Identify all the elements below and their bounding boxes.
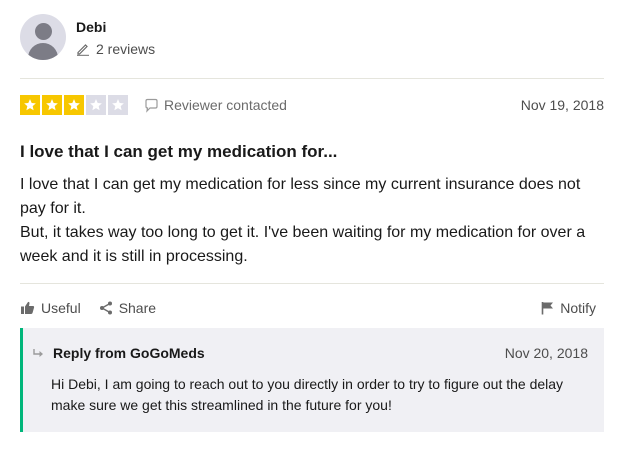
review-count-label: 2 reviews (96, 40, 156, 57)
star-icon (42, 95, 62, 115)
review-meta: Reviewer contacted Nov 19, 2018 (20, 95, 604, 115)
thumbs-up-icon (21, 301, 35, 314)
star-icon (86, 95, 106, 115)
share-label: Share (118, 300, 157, 316)
star-icon (64, 95, 84, 115)
review-body: I love that I can get my medication for … (20, 173, 604, 269)
review-body-line: But, it takes way too long to get it. I'… (20, 224, 586, 265)
review-title[interactable]: I love that I can get my medication for.… (20, 142, 337, 162)
reply-arrow-icon (33, 349, 43, 357)
star-icon (20, 95, 40, 115)
reviewer-header: Debi 2 reviews (20, 14, 155, 60)
status-label: Reviewer contacted (164, 97, 287, 113)
pencil-icon (77, 43, 89, 56)
user-avatar-icon[interactable] (20, 14, 66, 60)
notify-button[interactable]: Notify (541, 300, 596, 316)
divider (20, 78, 604, 79)
review-date: Nov 19, 2018 (520, 97, 604, 113)
chat-bubble-icon (145, 98, 158, 113)
reply-header: Reply from GoGoMeds Nov 20, 2018 (33, 345, 588, 361)
reviewer-contacted-status: Reviewer contacted (144, 97, 287, 113)
notify-label: Notify (560, 300, 596, 316)
review-actions: Useful Share Notify (20, 300, 604, 316)
reply-date: Nov 20, 2018 (504, 345, 588, 361)
flag-icon (541, 302, 554, 315)
star-rating (20, 95, 130, 115)
useful-button[interactable]: Useful (20, 300, 81, 316)
divider (20, 283, 604, 284)
company-reply: Reply from GoGoMeds Nov 20, 2018 Hi Debi… (20, 328, 604, 432)
share-button[interactable]: Share (99, 300, 156, 316)
share-icon (99, 301, 112, 315)
review-body-line: I love that I can get my medication for … (20, 176, 581, 217)
review-count: 2 reviews (76, 41, 155, 57)
star-icon (108, 95, 128, 115)
reply-title: Reply from GoGoMeds (53, 345, 205, 361)
useful-label: Useful (41, 300, 81, 316)
reviewer-name[interactable]: Debi (76, 18, 155, 36)
reply-text: Hi Debi, I am going to reach out to you … (51, 376, 564, 413)
